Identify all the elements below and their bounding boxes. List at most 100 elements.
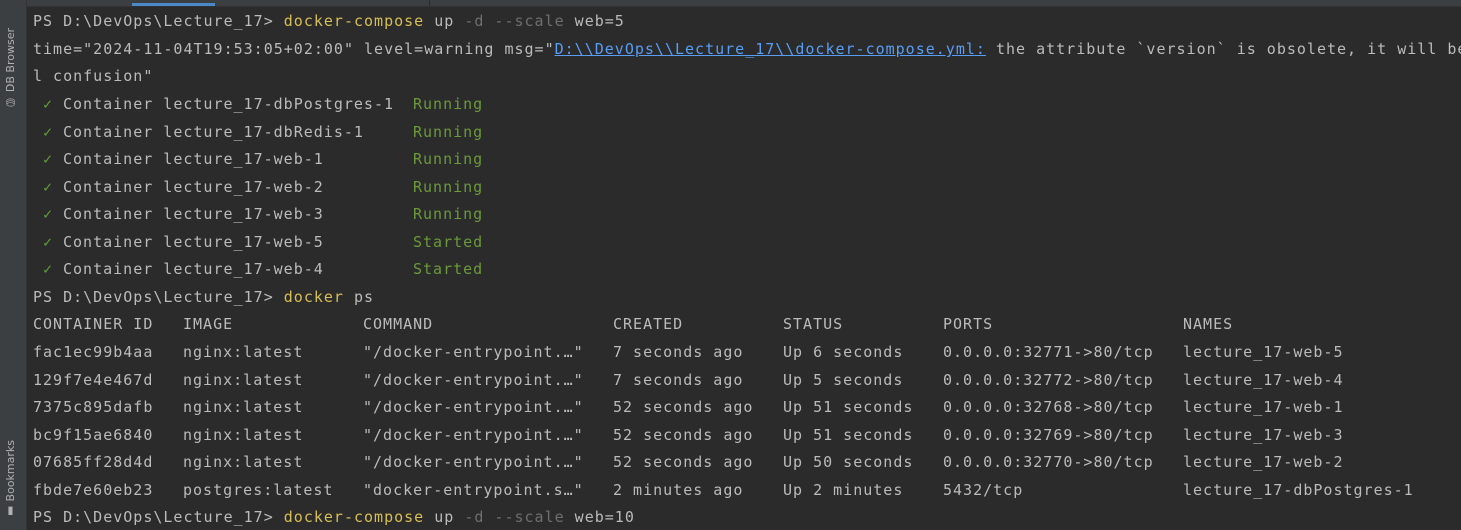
table-row: fbde7e60eb23 postgres:latest "docker-entry…: [33, 477, 1461, 504]
cell: CREATED: [613, 315, 684, 333]
container-status-line: ✓ Container lecture_17-web-5 Started: [33, 229, 1461, 256]
table-row: 07685ff28d4d nginx:latest "/docker-entrypo…: [33, 449, 1461, 476]
warning-line: time="2024-11-04T19:53:05+02:00" level=w…: [33, 36, 1461, 63]
container-state: Running: [413, 150, 484, 168]
container-status-line: ✓ Container lecture_17-dbRedis-1 Running: [33, 119, 1461, 146]
cell: fbde7e60eb23: [33, 480, 154, 499]
terminal-tab-bar: [27, 0, 1461, 7]
cell: 0.0.0.0:32771->80/tcp: [943, 343, 1154, 361]
cell: nginx:latest: [183, 425, 304, 444]
cell: Up 6 seconds: [783, 343, 904, 361]
cell: fac1ec99b4aa: [33, 343, 154, 361]
bookmarks-label: Bookmarks: [4, 440, 17, 502]
cell: bc9f15ae6840: [33, 425, 154, 444]
cell: nginx:latest: [183, 370, 304, 389]
container-state: Running: [413, 177, 484, 196]
cell: 07685ff28d4d: [33, 453, 154, 471]
command: docker-compose: [283, 508, 425, 526]
cell: 7 seconds ago: [613, 343, 744, 361]
cell: lecture_17-web-5: [1183, 343, 1344, 361]
warning-wrap-line: l confusion": [33, 67, 154, 85]
cell: 5432/tcp: [943, 480, 1024, 499]
container-label: Container lecture_17-web-2: [63, 177, 324, 196]
cell: lecture_17-web-2: [1183, 453, 1344, 471]
check-icon: ✓: [43, 150, 54, 168]
cell: "/docker-entrypoint.…": [363, 370, 584, 389]
cell: 0.0.0.0:32769->80/tcp: [943, 425, 1154, 444]
cell: IMAGE: [183, 315, 234, 333]
db-browser-icon: ⛁: [4, 92, 17, 109]
tab-divider: [429, 0, 430, 6]
cell: nginx:latest: [183, 343, 304, 361]
table-row: 129f7e4e467d nginx:latest "/docker-entrypo…: [33, 367, 1461, 394]
container-state: Running: [413, 122, 484, 141]
cell: Up 5 seconds: [783, 370, 904, 389]
check-icon: ✓: [43, 177, 54, 196]
cell: 7375c895dafb: [33, 398, 154, 416]
terminal-output[interactable]: PS D:\DevOps\Lecture_17> docker-compose …: [33, 7, 1461, 530]
prompt: PS D:\DevOps\Lecture_17>: [33, 12, 284, 30]
warning-prefix: time="2024-11-04T19:53:05+02:00" level=w…: [33, 40, 555, 58]
cell: NAMES: [1183, 315, 1234, 333]
cell: Up 51 seconds: [783, 398, 914, 416]
command: docker-compose: [283, 12, 425, 30]
cell: CONTAINER ID: [33, 315, 154, 333]
container-label: Container lecture_17-web-3: [63, 205, 324, 223]
container-state: Started: [413, 232, 484, 251]
prompt: PS D:\DevOps\Lecture_17>: [33, 288, 284, 306]
cell: 0.0.0.0:32772->80/tcp: [943, 370, 1154, 389]
container-status-line: ✓ Container lecture_17-web-1 Running: [33, 146, 1461, 173]
cell: nginx:latest: [183, 453, 304, 471]
container-state: Running: [413, 205, 484, 223]
flags: -d --scale: [464, 508, 565, 526]
prompt-line-1: PS D:\DevOps\Lecture_17> docker-compose …: [33, 8, 1461, 35]
container-status-line: ✓ Container lecture_17-web-2 Running: [33, 174, 1461, 201]
warning-text: the attribute `version` is obsolete, it …: [985, 40, 1461, 58]
cell: Up 2 minutes: [783, 480, 904, 499]
cell: COMMAND: [363, 315, 434, 333]
cell: PORTS: [943, 315, 994, 333]
check-icon: ✓: [43, 205, 54, 223]
command: docker: [283, 288, 344, 306]
cell: "/docker-entrypoint.…": [363, 398, 584, 416]
cell: 7 seconds ago: [613, 370, 744, 389]
cell: "/docker-entrypoint.…": [363, 453, 584, 471]
cell: Up 50 seconds: [783, 453, 914, 471]
check-icon: ✓: [43, 122, 54, 141]
flags: -d --scale: [464, 12, 565, 30]
subcommand: up: [424, 12, 465, 30]
table-row: fac1ec99b4aa nginx:latest "/docker-entrypo…: [33, 339, 1461, 366]
bookmarks-tool-tab[interactable]: ▮ Bookmarks: [4, 440, 17, 518]
cell: postgres:latest: [183, 480, 334, 499]
cell: lecture_17-web-4: [1183, 370, 1344, 389]
container-label: Container lecture_17-dbPostgres-1: [63, 95, 395, 113]
container-status-line: ✓ Container lecture_17-web-4 Started: [33, 256, 1461, 283]
table-row: 7375c895dafb nginx:latest "/docker-entrypo…: [33, 394, 1461, 421]
cell: 0.0.0.0:32770->80/tcp: [943, 453, 1154, 471]
cell: 2 minutes ago: [613, 480, 744, 499]
argument: web=10: [564, 508, 635, 526]
cell: 129f7e4e467d: [33, 370, 154, 389]
container-status-line: ✓ Container lecture_17-web-3 Running: [33, 201, 1461, 228]
subcommand: up: [424, 508, 465, 526]
cell: lecture_17-dbPostgres-1: [1183, 480, 1414, 499]
container-state: Started: [413, 260, 484, 278]
cell: 52 seconds ago: [613, 398, 754, 416]
cell: "docker-entrypoint.s…": [363, 480, 584, 499]
container-label: Container lecture_17-web-4: [63, 260, 324, 278]
container-status-line: ✓ Container lecture_17-dbPostgres-1 Runnin…: [33, 91, 1461, 118]
cell: lecture_17-web-3: [1183, 425, 1344, 444]
check-icon: ✓: [43, 232, 54, 251]
compose-file-link[interactable]: D:\\DevOps\\Lecture_17\\docker-compose.y…: [555, 40, 986, 58]
left-tool-sidebar: ⛁ DB Browser ▮ Bookmarks: [0, 0, 27, 530]
bookmark-icon: ▮: [4, 501, 17, 518]
container-label: Container lecture_17-dbRedis-1: [63, 122, 364, 141]
container-label: Container lecture_17-web-5: [63, 232, 324, 251]
db-browser-tool-tab[interactable]: ⛁ DB Browser: [4, 28, 17, 109]
active-tab-indicator[interactable]: [132, 3, 215, 6]
prompt: PS D:\DevOps\Lecture_17>: [33, 508, 284, 526]
check-icon: ✓: [43, 95, 54, 113]
cell: 0.0.0.0:32768->80/tcp: [943, 398, 1154, 416]
cell: 52 seconds ago: [613, 453, 754, 471]
argument: web=5: [564, 12, 625, 30]
